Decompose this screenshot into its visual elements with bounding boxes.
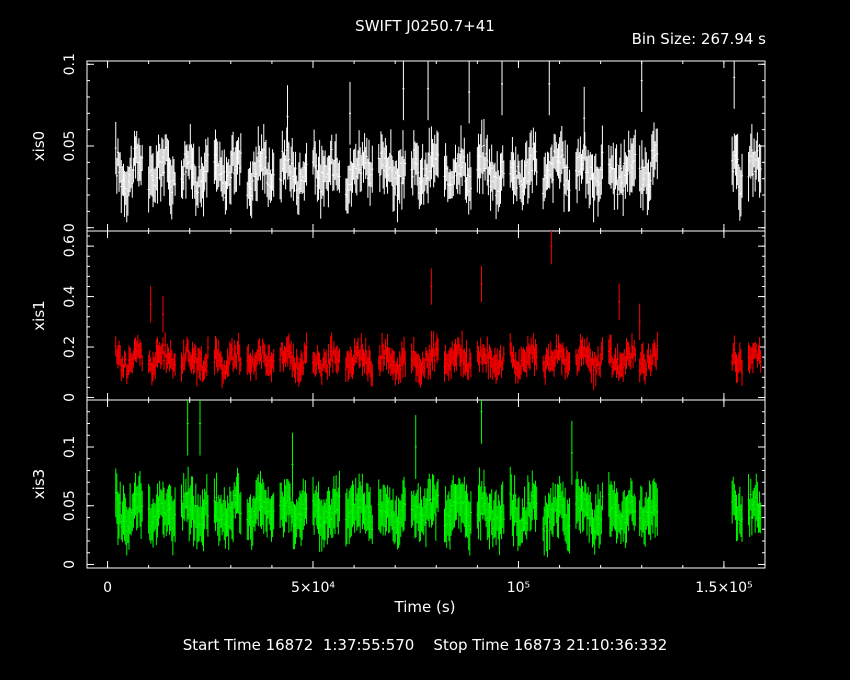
xis1-ytick-label: 0.4 <box>62 285 78 307</box>
bin-size-label: Bin Size: 267.94 s <box>631 30 766 48</box>
xis1-ytick-label: 0 <box>62 393 78 402</box>
xis1-ylabel: xis1 <box>30 300 48 330</box>
xis0-frame <box>86 60 766 232</box>
xtick-label: 5×10⁴ <box>291 580 335 596</box>
xis3-ylabel: xis3 <box>30 469 48 499</box>
xis0-ytick-label: 0.05 <box>62 130 78 161</box>
stop-time: Stop Time 16873 21:10:36:332 <box>433 636 668 654</box>
xtick-label: 1.5×10⁵ <box>695 580 752 596</box>
xis0-ylabel: xis0 <box>30 131 48 161</box>
xis0-ytick-label: 0.1 <box>62 53 78 75</box>
x-axis-label: Time (s) <box>394 598 456 616</box>
start-time: Start Time 16872 1:37:55:570 <box>182 636 415 654</box>
xis1-ytick-label: 0.6 <box>62 235 78 257</box>
lightcurve-plot: 0 0.05 0.1 xis0 0 0.2 0.4 0.6 xis1 0 0.05 0.1 xis3 0 5… <box>30 53 766 596</box>
xis0-ytick-label: 0 <box>62 223 78 232</box>
xtick-label: 0 <box>103 580 112 596</box>
time-range: Start Time 16872 1:37:55:570 Stop Time 1… <box>0 636 850 654</box>
panels: 0 0.05 0.1 xis0 0 0.2 0.4 0.6 xis1 0 0.05 0.1 xis3 0 5… <box>30 53 766 596</box>
xis1-frame <box>86 230 766 401</box>
xis3-ytick-label: 0 <box>62 560 78 569</box>
xis3-ytick-label: 0.1 <box>62 436 78 458</box>
xis1-ytick-label: 0.2 <box>62 336 78 358</box>
xtick-label: 10⁵ <box>507 580 530 596</box>
xis3-ytick-label: 0.05 <box>62 490 78 521</box>
